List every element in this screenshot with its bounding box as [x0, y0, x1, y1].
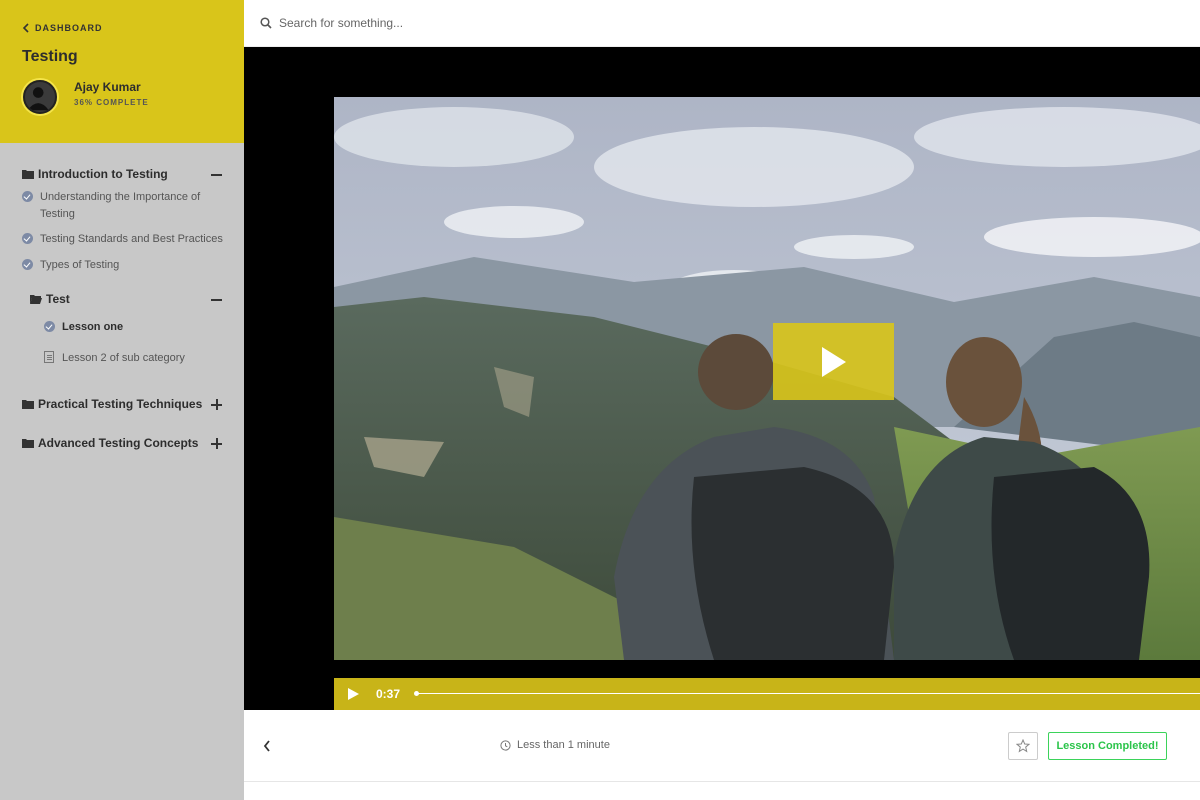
user-name: Ajay Kumar [74, 80, 141, 94]
user-silhouette-icon [27, 87, 49, 111]
chevron-left-icon [22, 23, 29, 33]
play-overlay-button[interactable] [773, 323, 894, 400]
avatar [23, 80, 57, 114]
dashboard-back-label: DASHBOARD [35, 23, 103, 33]
section-introduction-to-testing[interactable]: Introduction to Testing [22, 167, 222, 181]
section-title: Practical Testing Techniques [38, 397, 203, 411]
expand-icon[interactable] [211, 398, 222, 410]
video-thumbnail [334, 97, 1200, 660]
section-advanced-testing-concepts[interactable]: Advanced Testing Concepts [22, 436, 222, 450]
folder-icon [22, 439, 34, 448]
check-circle-icon [22, 259, 33, 270]
collapse-icon[interactable] [211, 169, 222, 180]
document-icon [44, 351, 54, 363]
collapse-icon[interactable] [211, 294, 222, 305]
play-icon[interactable] [346, 687, 360, 701]
lesson-title: Testing Standards and Best Practices [40, 233, 223, 245]
lesson-title: Lesson one [62, 321, 124, 333]
video-controls: 0:37 [334, 678, 1200, 710]
course-title: Testing [22, 48, 78, 65]
check-circle-icon [44, 321, 55, 332]
lesson-one-active[interactable]: Lesson one [44, 319, 224, 336]
seek-bar[interactable] [416, 693, 1200, 694]
lesson-types-of-testing[interactable]: Types of Testing [22, 257, 222, 274]
star-icon [1016, 739, 1030, 753]
lesson-title: Types of Testing [40, 259, 120, 271]
check-circle-icon [22, 233, 33, 244]
search-bar [244, 0, 1200, 47]
section-title: Advanced Testing Concepts [38, 436, 199, 450]
dashboard-back-link[interactable]: DASHBOARD [22, 23, 103, 33]
lesson-title: Lesson 2 of sub category [62, 352, 185, 364]
subsection-test[interactable]: Test [30, 292, 222, 306]
lesson-standards-best-practices[interactable]: Testing Standards and Best Practices [22, 231, 232, 248]
video-frame[interactable] [334, 97, 1200, 660]
current-time: 0:37 [376, 687, 401, 701]
expand-icon[interactable] [211, 437, 222, 449]
section-title: Introduction to Testing [38, 167, 168, 181]
favorite-button[interactable] [1008, 732, 1038, 760]
lesson-completed-button[interactable]: Lesson Completed! [1048, 732, 1167, 760]
sidebar-header: DASHBOARD Testing Ajay Kumar 36% COMPLET… [0, 0, 244, 143]
lesson-title: Understanding the Importance of Testing [40, 191, 201, 220]
search-input[interactable] [279, 16, 879, 30]
folder-icon [22, 400, 34, 409]
lesson-understanding-importance[interactable]: Understanding the Importance of Testing [22, 189, 222, 223]
folder-open-icon [30, 295, 42, 304]
search-icon [260, 17, 272, 29]
course-sidebar: DASHBOARD Testing Ajay Kumar 36% COMPLET… [0, 0, 244, 800]
section-practical-testing-techniques[interactable]: Practical Testing Techniques [22, 397, 222, 411]
lesson-two-sub-category[interactable]: Lesson 2 of sub category [44, 350, 224, 367]
duration-label: Less than 1 minute [517, 739, 610, 751]
lesson-footer: Less than 1 minute Lesson Completed! [244, 710, 1200, 782]
video-player: 0:37 [244, 47, 1200, 710]
seek-knob[interactable] [414, 691, 419, 696]
chevron-left-icon[interactable] [262, 740, 272, 752]
user-progress: 36% COMPLETE [74, 98, 149, 107]
subsection-title: Test [46, 292, 70, 306]
check-circle-icon [22, 191, 33, 202]
lesson-duration: Less than 1 minute [500, 739, 610, 751]
play-icon [821, 346, 846, 377]
folder-icon [22, 170, 34, 179]
clock-icon [500, 739, 511, 751]
